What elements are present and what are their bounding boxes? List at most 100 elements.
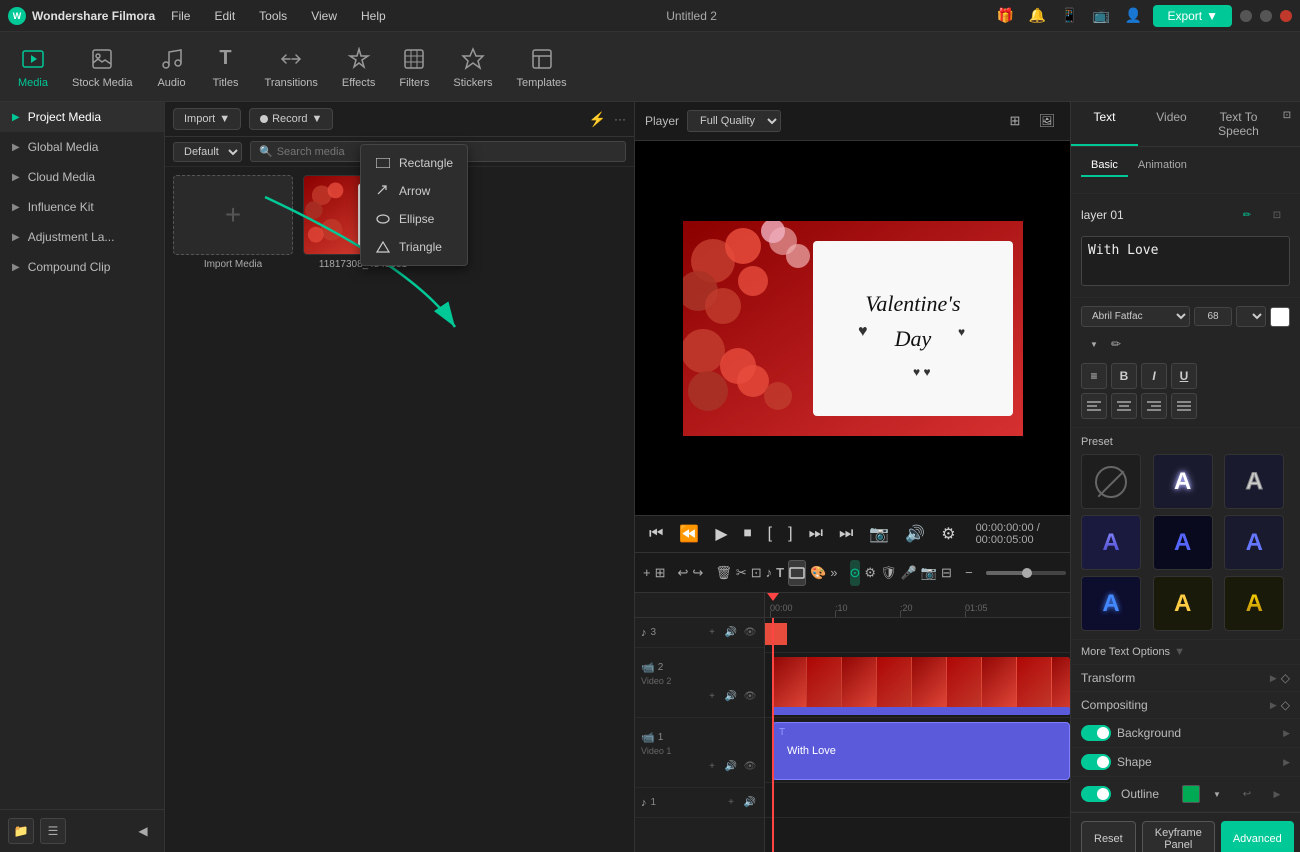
import-media-thumb[interactable]: + [173, 175, 293, 255]
shape-toggle[interactable] [1081, 754, 1111, 770]
collapse-panel-btn[interactable]: ◀ [130, 818, 156, 844]
tl-settings-btn[interactable]: ⚙ [864, 560, 876, 586]
outline-row[interactable]: Outline ▼ ↩ ▶ [1071, 777, 1300, 812]
sort-select[interactable]: Default [173, 142, 242, 162]
v2-eye-btn[interactable]: 👁 [742, 688, 758, 704]
menu-tools[interactable]: Tools [255, 7, 291, 25]
preset-5[interactable]: A [1224, 515, 1284, 570]
a1-add-btn[interactable]: + [723, 795, 739, 811]
v1-eye-btn[interactable]: 👁 [742, 758, 758, 774]
align-col-btn[interactable]: ≡ [1081, 363, 1107, 389]
tl-more-btn[interactable]: » [830, 560, 837, 586]
tool-transitions[interactable]: Transitions [255, 39, 328, 95]
compositing-row[interactable]: Compositing ▶ ◇ [1071, 692, 1300, 719]
size-unit-select[interactable]: ▼ [1236, 306, 1266, 327]
bell-icon[interactable]: 🔔 [1025, 4, 1049, 28]
background-row[interactable]: Background ▶ [1071, 719, 1300, 748]
new-folder-btn[interactable]: 📁 [8, 818, 34, 844]
tool-effects[interactable]: Effects [332, 39, 385, 95]
screen-icon[interactable]: 📺 [1089, 4, 1113, 28]
menu-edit[interactable]: Edit [210, 7, 239, 25]
audio-1-row[interactable] [765, 783, 1070, 818]
mark-in-btn[interactable]: [ [764, 523, 776, 545]
outline-expand[interactable]: ▶ [1264, 781, 1290, 807]
list-view-btn[interactable]: ☰ [40, 818, 66, 844]
menu-file[interactable]: File [167, 7, 194, 25]
tl-delete-btn[interactable]: 🗑 [715, 560, 732, 586]
outline-reset-btn[interactable]: ↩ [1234, 781, 1260, 807]
snapshot-btn[interactable]: 📷 [865, 522, 893, 546]
sidebar-item-global-media[interactable]: ▶ Global Media [0, 132, 164, 162]
tl-snap-btn[interactable]: ⊙ [850, 560, 861, 586]
advanced-button[interactable]: Advanced [1221, 821, 1294, 852]
v1-vol-btn[interactable]: 🔊 [723, 758, 739, 774]
zoom-bar[interactable] [986, 571, 1066, 575]
track-3-vol-btn[interactable]: 🔊 [723, 625, 739, 641]
tab-video[interactable]: Video [1138, 102, 1205, 146]
tl-text-btn[interactable]: T [776, 560, 784, 586]
tab-text[interactable]: Text [1071, 102, 1138, 146]
close-button[interactable] [1280, 10, 1292, 22]
preset-4[interactable]: A [1153, 515, 1213, 570]
tool-audio[interactable]: Audio [147, 39, 197, 95]
quality-select[interactable]: Full Quality [687, 110, 781, 132]
settings-btn[interactable]: ⚙ [937, 522, 959, 546]
track-3-row[interactable] [765, 618, 1070, 653]
right-panel-expand-btn[interactable]: ⊡ [1274, 102, 1300, 128]
maximize-button[interactable] [1260, 10, 1272, 22]
layer-more-btn[interactable]: ⊡ [1264, 202, 1290, 228]
phone-icon[interactable]: 📱 [1057, 4, 1081, 28]
tool-stock[interactable]: Stock Media [62, 39, 143, 95]
ba-tab-basic[interactable]: Basic [1081, 155, 1128, 177]
underline-btn[interactable]: U [1171, 363, 1197, 389]
video-2-row[interactable] [765, 653, 1070, 718]
menu-view[interactable]: View [307, 7, 341, 25]
tl-crop-btn[interactable]: ⊡ [751, 560, 762, 586]
a1-vol-btn[interactable]: 🔊 [742, 795, 758, 811]
tool-filters[interactable]: Filters [389, 39, 439, 95]
preset-1[interactable]: A [1153, 454, 1213, 509]
font-family-select[interactable]: Abril Fatfac [1081, 306, 1190, 327]
record-button[interactable]: Record ▼ [249, 108, 333, 130]
more-options-btn[interactable]: ··· [614, 112, 626, 126]
tl-undo-btn[interactable]: ↩ [678, 560, 689, 586]
v2-vol-btn[interactable]: 🔊 [723, 688, 739, 704]
text-color-swatch[interactable] [1270, 307, 1290, 327]
import-media-item[interactable]: + Import Media [173, 175, 293, 270]
more-text-options-row[interactable]: More Text Options ▼ [1071, 640, 1300, 665]
align-left-btn[interactable] [1081, 393, 1107, 419]
gift-icon[interactable]: 🎁 [993, 4, 1017, 28]
tool-stickers[interactable]: Stickers [443, 39, 502, 95]
preset-3[interactable]: A [1081, 515, 1141, 570]
stop-btn[interactable]: ⏹ [740, 523, 756, 545]
with-love-clip[interactable]: With Love T [772, 722, 1070, 780]
align-center-btn[interactable] [1111, 393, 1137, 419]
tool-titles[interactable]: T Titles [201, 39, 251, 95]
preset-7[interactable]: A [1153, 576, 1213, 631]
transform-row[interactable]: Transform ▶ ◇ [1071, 665, 1300, 692]
tl-audio-btn[interactable]: ♪ [766, 560, 773, 586]
tl-shield-btn[interactable]: 🛡 [880, 560, 897, 586]
shape-row[interactable]: Shape ▶ [1071, 748, 1300, 777]
italic-btn[interactable]: I [1141, 363, 1167, 389]
tl-mic-btn[interactable]: 🎤 [901, 560, 917, 586]
tl-paint-btn[interactable]: 🎨 [810, 560, 826, 586]
tl-screen-btn[interactable]: ⊟ [941, 560, 952, 586]
preview-image-btn[interactable]: 🖼 [1034, 108, 1060, 134]
sidebar-item-influence-kit[interactable]: ▶ Influence Kit [0, 192, 164, 222]
step-back-btn[interactable]: ⏪ [675, 522, 703, 546]
import-button[interactable]: Import ▼ [173, 108, 241, 130]
preset-6[interactable]: A [1081, 576, 1141, 631]
preset-8[interactable]: A [1224, 576, 1284, 631]
color-dropdown-btn[interactable]: ▼ [1081, 331, 1107, 357]
mark-out-btn[interactable]: ] [784, 523, 796, 545]
track-3-eye-btn[interactable]: 👁 [742, 625, 758, 641]
ba-tab-animation[interactable]: Animation [1128, 155, 1197, 177]
export-button[interactable]: Export ▼ [1153, 5, 1232, 27]
preset-2[interactable]: A [1224, 454, 1284, 509]
tl-add-track-btn[interactable]: ⊞ [655, 560, 666, 586]
layer-edit-btn[interactable]: ✏ [1234, 202, 1260, 228]
minimize-button[interactable] [1240, 10, 1252, 22]
tool-media[interactable]: Media [8, 39, 58, 95]
play-btn[interactable]: ▶ [711, 522, 731, 546]
